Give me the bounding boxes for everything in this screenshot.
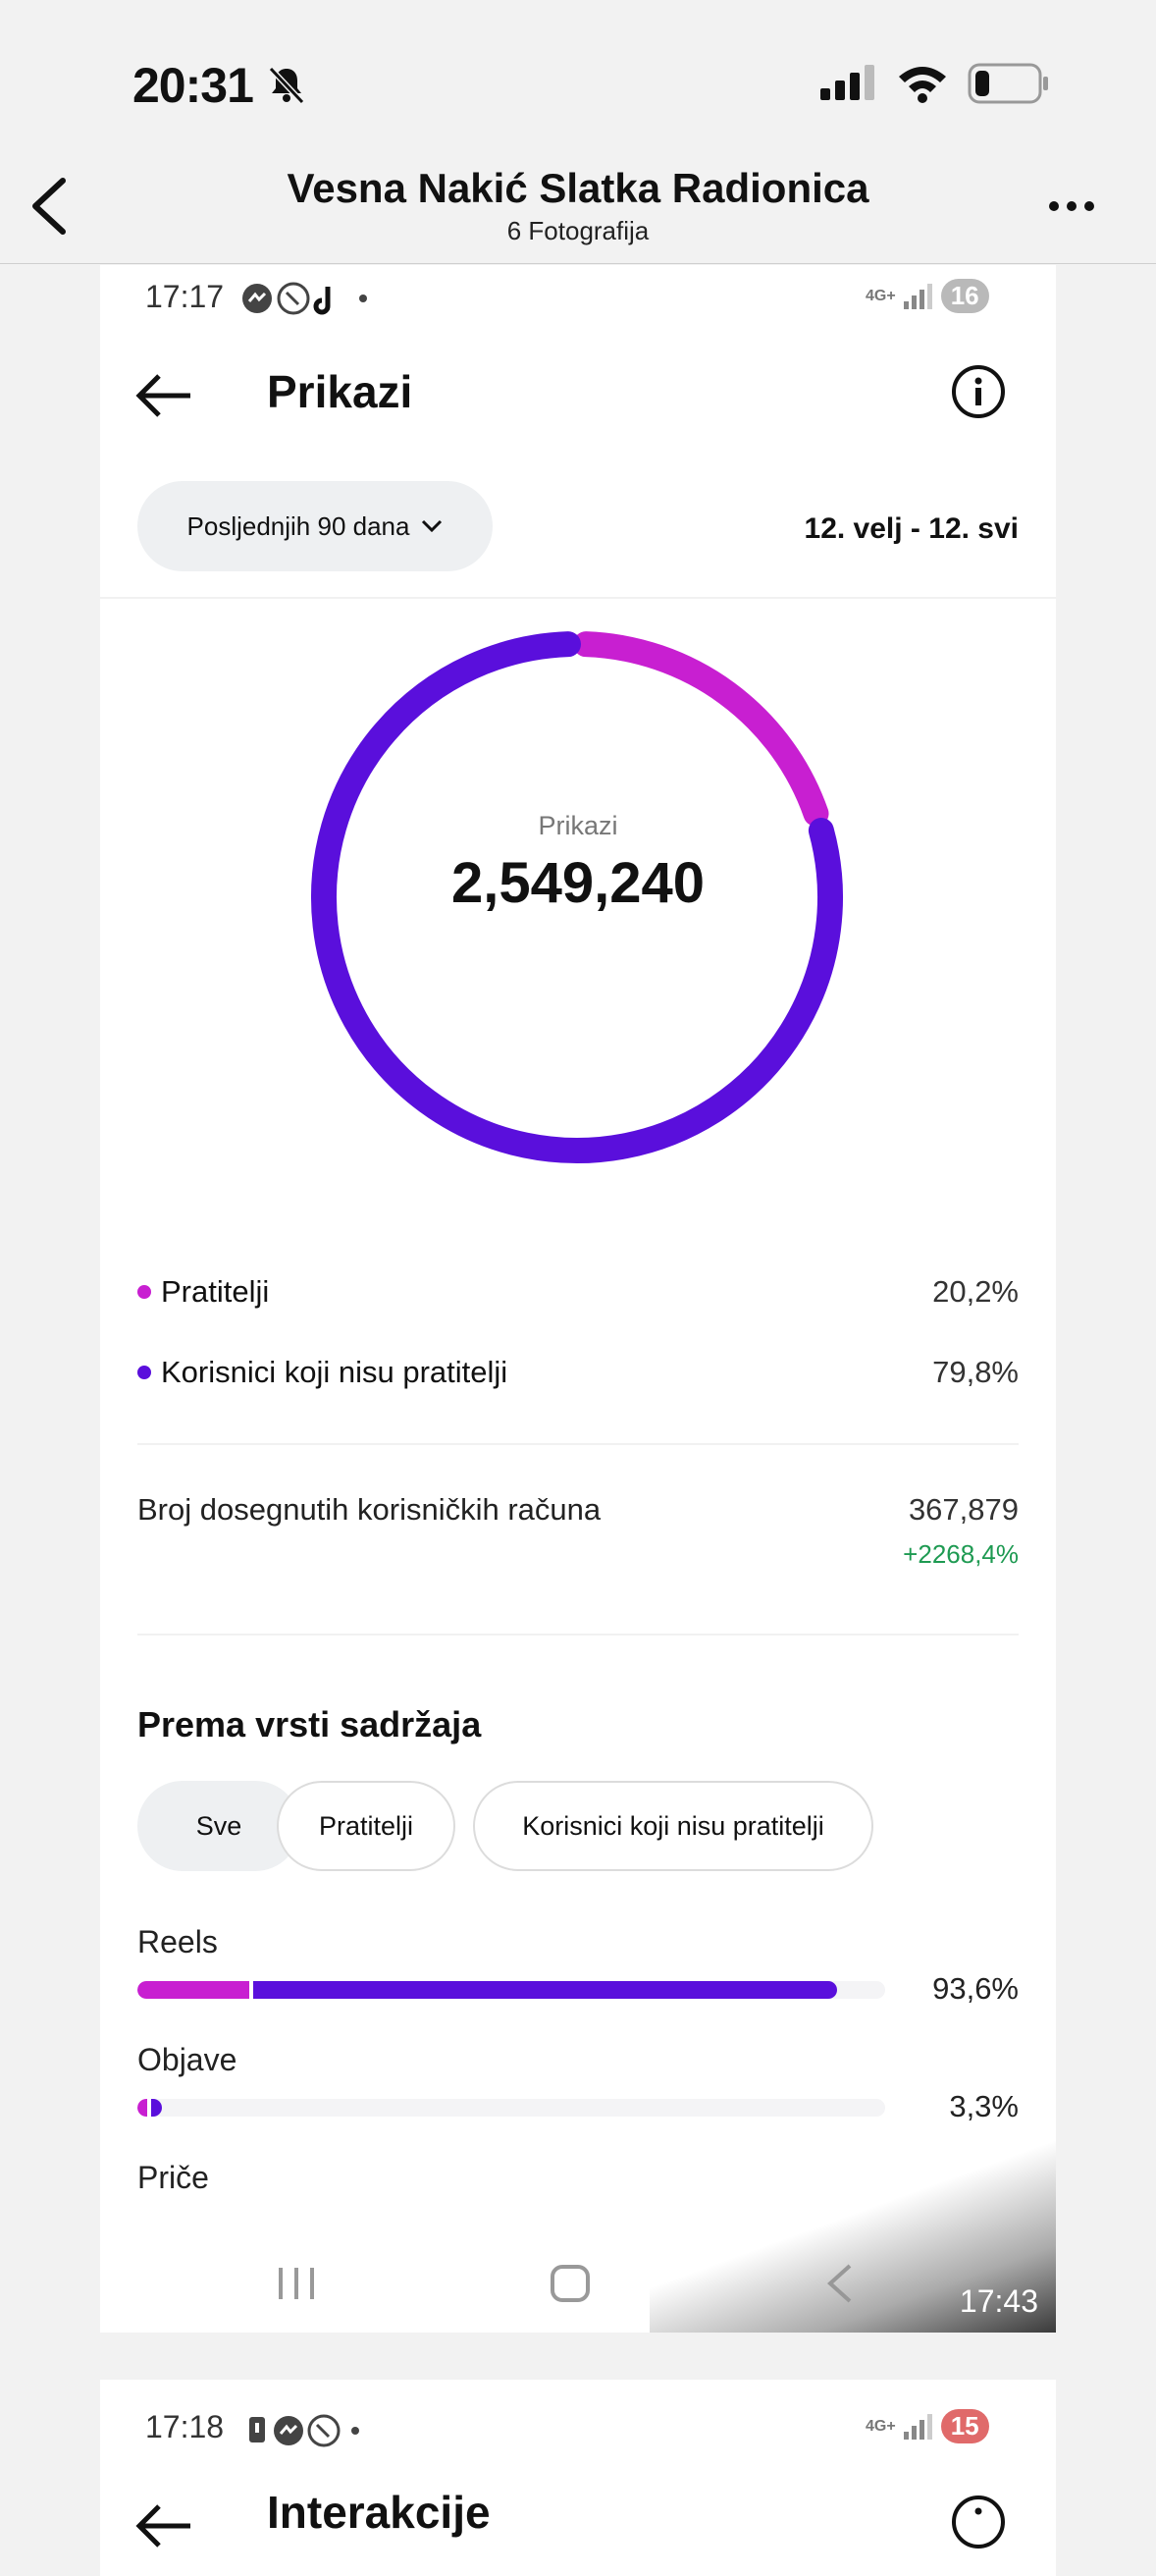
recents-icon[interactable]: [275, 2266, 318, 2301]
capture-time: 17:43: [959, 2283, 1038, 2319]
period-dropdown[interactable]: Posljednjih 90 dana: [137, 481, 493, 571]
screenshot-card[interactable]: 17:17 4G+ 16 Prikazi Posljednjih 90 dana…: [100, 265, 1056, 2333]
arrow-back-icon[interactable]: [135, 2501, 194, 2550]
android-status-time: 17:17: [145, 279, 225, 314]
period-label: Posljednjih 90 dana: [186, 510, 410, 541]
divider: [137, 1443, 1019, 1445]
filter-chip-followers[interactable]: Pratitelji: [277, 1781, 455, 1871]
legend-dot: [137, 1285, 151, 1299]
notification-icons: [249, 2414, 359, 2447]
divider: [100, 597, 1056, 599]
section-title: Prema vrsti sadržaja: [137, 1704, 482, 1744]
donut-value: 2,549,240: [450, 851, 706, 915]
bar-label-stories: Priče: [137, 2160, 209, 2195]
bar-value-reels: 93,6%: [932, 1971, 1019, 2006]
page-title: Prikazi: [267, 366, 413, 417]
donut-segment-followers: [573, 631, 829, 827]
bar-track-reels: [137, 1981, 885, 1999]
album-title: Vesna Nakić Slatka Radionica: [287, 165, 869, 211]
battery-badge: 15: [940, 2409, 989, 2443]
album-subtitle: 6 Fotografija: [506, 216, 650, 245]
date-range: 12. velj - 12. svi: [804, 512, 1019, 545]
network-label: 4G+: [866, 287, 896, 304]
legend-row-followers: Pratitelji 20,2%: [137, 1272, 1019, 1312]
bar-value-posts: 3,3%: [949, 2089, 1019, 2123]
reach-growth: +2268,4%: [903, 1539, 1019, 1569]
chevron-down-icon: [422, 519, 443, 533]
info-icon[interactable]: [950, 363, 1007, 420]
bell-slash-icon: [268, 66, 305, 105]
notification-icons: [242, 282, 367, 315]
legend-label: Korisnici koji nisu pratitelji: [161, 1355, 508, 1389]
legend-dot: [137, 1366, 151, 1379]
divider: [137, 1634, 1019, 1636]
info-icon[interactable]: [950, 2494, 1007, 2550]
donut-label: Prikazi: [538, 811, 618, 840]
arrow-back-icon[interactable]: [135, 371, 194, 420]
android-status-right: 4G+ 15: [866, 2409, 989, 2443]
reach-value: 367,879: [908, 1492, 1019, 1527]
battery-badge: 16: [940, 279, 989, 313]
bar-label-reels: Reels: [137, 1924, 218, 1959]
android-status-right: 4G+ 16: [866, 279, 989, 313]
home-icon[interactable]: [550, 2264, 591, 2303]
bar-reels: [137, 1981, 838, 1999]
android-signal-icon: [903, 283, 932, 309]
legend-value: 79,8%: [932, 1355, 1019, 1389]
legend-row-non-followers: Korisnici koji nisu pratitelji 79,8%: [137, 1353, 1019, 1392]
bar-label-posts: Objave: [137, 2042, 237, 2077]
filter-chip-non-followers[interactable]: Korisnici koji nisu pratitelji: [473, 1781, 873, 1871]
network-label: 4G+: [866, 2417, 896, 2435]
android-status-time: 17:18: [145, 2409, 225, 2444]
header-divider: [0, 263, 1156, 264]
bar-posts: [137, 2099, 163, 2117]
screenshot-card-2[interactable]: 17:18 4G+ 15 Interakcije: [100, 2380, 1056, 2576]
android-signal-icon: [903, 2413, 932, 2440]
more-options-icon[interactable]: [1046, 196, 1097, 216]
signal-icon: [820, 65, 874, 100]
bar-track-posts: [137, 2099, 885, 2117]
ios-status-time: 20:31: [132, 58, 254, 113]
wifi-icon: [899, 67, 946, 103]
battery-icon: [968, 63, 1048, 104]
reach-label: Broj dosegnutih korisničkih računa: [137, 1492, 602, 1527]
page-title: Interakcije: [267, 2487, 491, 2538]
legend-value: 20,2%: [932, 1274, 1019, 1309]
legend-label: Pratitelji: [161, 1274, 270, 1309]
